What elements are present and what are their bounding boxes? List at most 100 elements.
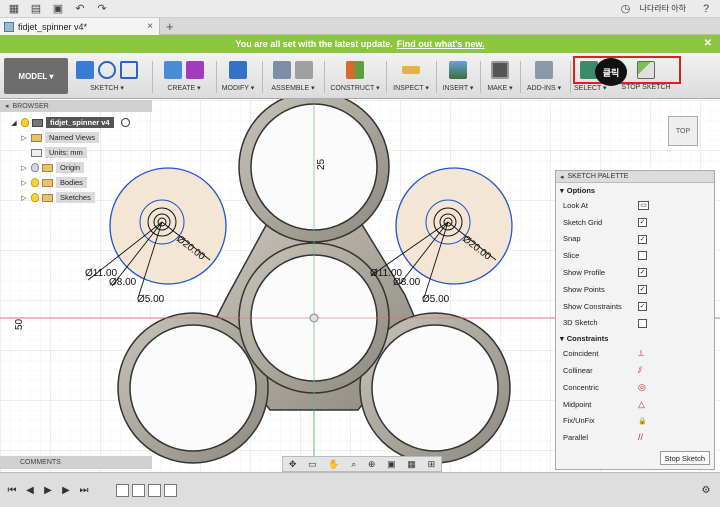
timeline-sketch-icon[interactable] [116, 483, 129, 497]
activate-radio[interactable] [120, 118, 130, 127]
last-frame-icon[interactable]: ⏭ [78, 485, 90, 496]
browser-item-units[interactable]: Units: mm [10, 145, 150, 160]
zoom-icon[interactable]: ⌕ [351, 459, 356, 470]
show-points-checkbox[interactable]: ✓ [638, 284, 647, 294]
settings-gear-icon[interactable]: ⚙ [700, 485, 712, 496]
sketch-grid-checkbox[interactable]: ✓ [638, 217, 647, 227]
new-tab-icon[interactable]: + [166, 19, 174, 34]
viewports-icon[interactable]: ⊞ [428, 459, 436, 470]
offset-plane-icon[interactable] [346, 61, 364, 79]
option-show-points[interactable]: Show Points ✓ [556, 281, 714, 298]
joint-icon[interactable] [295, 61, 313, 79]
constraint-midpoint[interactable]: Midpoint △ [556, 396, 714, 413]
stop-sketch-button[interactable]: Stop Sketch [659, 451, 710, 465]
snap-checkbox[interactable]: ✓ [638, 234, 647, 244]
constraint-parallel[interactable]: Parallel // [556, 429, 714, 446]
constraint-coincident[interactable]: Coincident ⟂ [556, 345, 714, 362]
clock-icon[interactable]: ◷ [618, 2, 634, 16]
grid-settings-icon[interactable]: ▦ [407, 459, 416, 470]
step-forward-icon[interactable]: ▶ [60, 485, 72, 496]
collapse-icon[interactable]: ◂ [5, 102, 9, 110]
redo-icon[interactable]: ↷ [94, 2, 110, 16]
file-icon[interactable]: ▤ [28, 2, 44, 16]
show-profile-checkbox[interactable]: ✓ [638, 268, 647, 278]
concentric-icon[interactable]: ◎ [638, 382, 647, 392]
first-frame-icon[interactable]: ⏮ [6, 485, 18, 496]
extrude-icon[interactable] [164, 61, 182, 79]
lock-icon[interactable]: 🔒 [638, 417, 647, 426]
press-pull-icon[interactable] [229, 61, 247, 79]
browser-item-named-views[interactable]: ▷ Named Views [10, 130, 150, 145]
rectangle-icon[interactable] [120, 61, 138, 79]
origin-point[interactable] [309, 313, 319, 323]
constraint-fix-unfix[interactable]: Fix/UnFix 🔒 [556, 413, 714, 430]
slice-checkbox[interactable] [638, 251, 647, 261]
play-icon[interactable]: ▶ [42, 485, 54, 496]
undo-icon[interactable]: ↶ [72, 2, 88, 16]
dim-right-d8[interactable]: Ø8.00 [393, 277, 421, 288]
scripts-icon[interactable] [535, 61, 553, 79]
parallel-icon[interactable]: // [638, 433, 647, 442]
expand-icon[interactable]: ▷ [20, 134, 28, 142]
save-icon[interactable]: ▣ [50, 2, 66, 16]
option-show-constraints[interactable]: Show Constraints ✓ [556, 298, 714, 315]
expand-icon[interactable]: ▷ [20, 164, 28, 172]
document-tab[interactable]: fidjet_spinner v4* × [0, 18, 160, 35]
close-banner-icon[interactable]: ✕ [704, 38, 712, 49]
timeline-extrude-icon[interactable] [164, 483, 177, 497]
workspace-mode-button[interactable]: MODEL ▾ [4, 58, 68, 94]
whats-new-link[interactable]: Find out what's new. [397, 39, 485, 49]
constraints-section[interactable]: ▾ Constraints [556, 331, 714, 345]
visibility-bulb-icon[interactable] [31, 163, 39, 172]
look-at-icon[interactable]: ▭ [308, 459, 317, 470]
option-3d-sketch[interactable]: 3D Sketch [556, 315, 714, 332]
look-at-icon[interactable]: ▭ [638, 201, 649, 210]
fit-icon[interactable]: ⊕ [368, 459, 376, 470]
expand-icon[interactable]: ▷ [20, 194, 28, 202]
palette-header[interactable]: ◂ SKETCH PALETTE [556, 171, 714, 183]
option-look-at[interactable]: Look At ▭ [556, 197, 714, 214]
step-back-icon[interactable]: ◀ [24, 485, 36, 496]
help-icon[interactable]: ? [698, 2, 714, 16]
view-cube[interactable]: TOP [668, 116, 698, 146]
browser-item-bodies[interactable]: ▷ Bodies [10, 175, 150, 190]
display-settings-icon[interactable]: ▣ [387, 459, 396, 470]
collapse-icon[interactable]: ◂ [560, 173, 564, 181]
dim-right-d5[interactable]: Ø5.00 [422, 294, 450, 305]
visibility-bulb-icon[interactable] [31, 178, 39, 187]
browser-header[interactable]: ◂ BROWSER [0, 100, 152, 112]
comments-panel[interactable]: COMMENTS [0, 456, 152, 469]
expand-icon[interactable]: ◢ [10, 119, 18, 127]
sketch-group[interactable]: SKETCH ▾ [74, 59, 140, 97]
midpoint-icon[interactable]: △ [638, 399, 647, 409]
collinear-icon[interactable]: ⫽ [638, 366, 647, 375]
3d-print-icon[interactable] [491, 61, 509, 79]
show-constraints-checkbox[interactable]: ✓ [638, 301, 647, 311]
app-grid-icon[interactable]: ▦ [6, 2, 22, 16]
create-group[interactable]: CREATE ▾ [158, 59, 210, 97]
close-tab-icon[interactable]: × [147, 21, 153, 32]
create-sketch-icon[interactable] [76, 61, 94, 79]
option-slice[interactable]: Slice [556, 247, 714, 264]
pan-icon[interactable]: ✋ [328, 459, 339, 470]
constraint-concentric[interactable]: Concentric ◎ [556, 379, 714, 396]
option-show-profile[interactable]: Show Profile ✓ [556, 264, 714, 281]
option-sketch-grid[interactable]: Sketch Grid ✓ [556, 214, 714, 231]
timeline-extrude-icon[interactable] [132, 483, 145, 497]
dim-left-d5[interactable]: Ø5.00 [137, 294, 165, 305]
browser-root[interactable]: ◢ fidjet_spinner v4 [10, 115, 150, 130]
addins-group[interactable]: ADD-INS ▾ [524, 59, 564, 97]
browser-item-origin[interactable]: ▷ Origin [10, 160, 150, 175]
visibility-bulb-icon[interactable] [21, 118, 29, 127]
visibility-bulb-icon[interactable] [31, 193, 39, 202]
insert-image-icon[interactable] [449, 61, 467, 79]
orbit-icon[interactable]: ✥ [289, 459, 297, 470]
timeline-sketch-icon[interactable] [148, 483, 161, 497]
assemble-group[interactable]: ASSEMBLE ▾ [266, 59, 320, 97]
browser-item-sketches[interactable]: ▷ Sketches [10, 190, 150, 205]
construct-group[interactable]: CONSTRUCT ▾ [328, 59, 382, 97]
modify-group[interactable]: MODIFY ▾ [220, 59, 256, 97]
option-snap[interactable]: Snap ✓ [556, 231, 714, 248]
expand-icon[interactable]: ▷ [20, 179, 28, 187]
make-group[interactable]: MAKE ▾ [484, 59, 516, 97]
